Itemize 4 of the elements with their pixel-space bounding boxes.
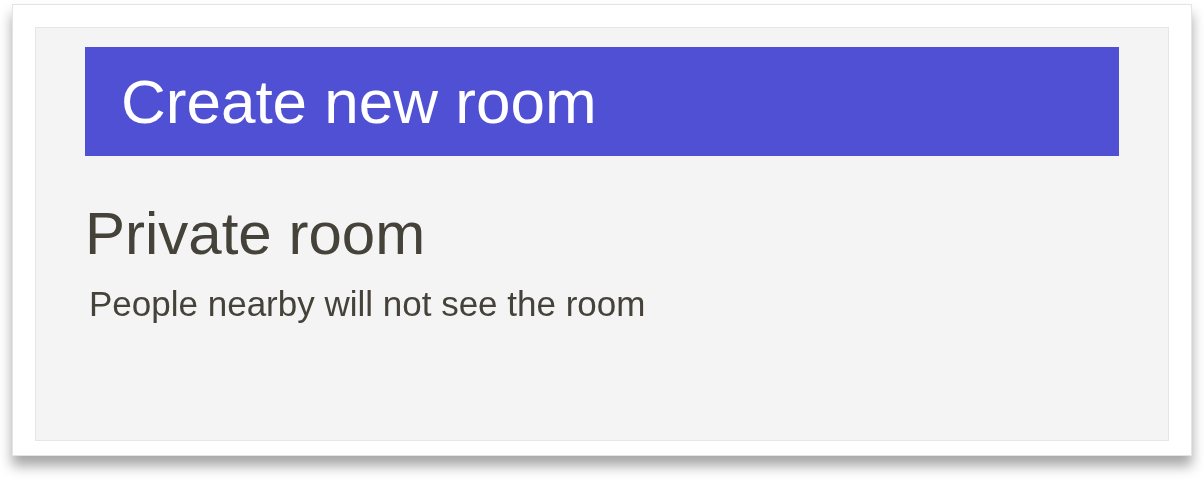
option-title: Private room	[85, 204, 426, 264]
private-room-option[interactable]: Private room People nearby will not see the room	[85, 204, 1119, 321]
dialog-title: Create new room	[121, 70, 597, 133]
option-description: People nearby will not see the room	[89, 286, 646, 321]
